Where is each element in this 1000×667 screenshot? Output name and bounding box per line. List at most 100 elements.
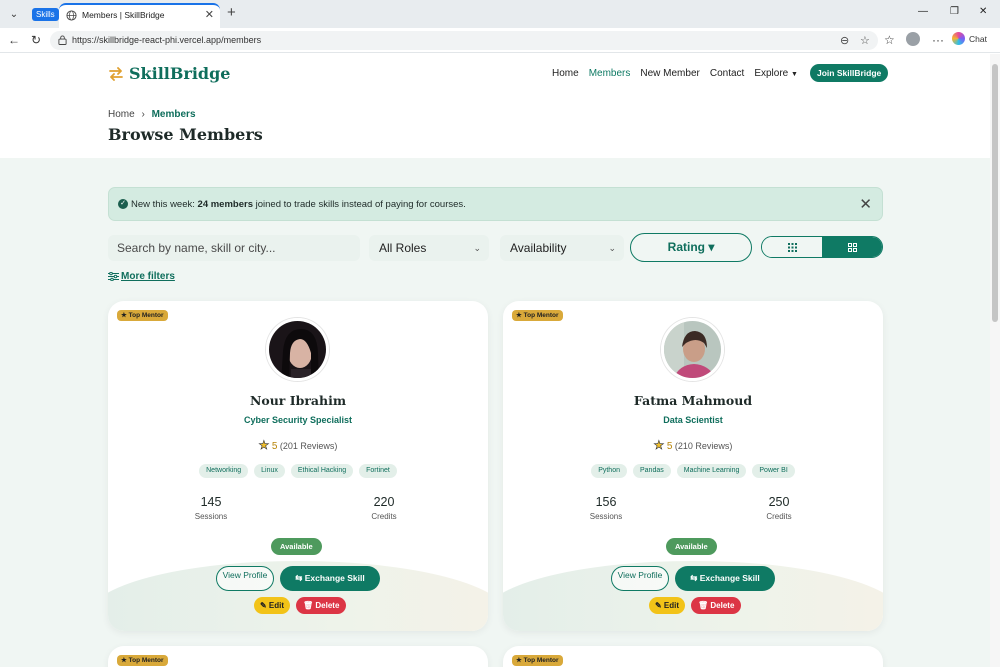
skill-tag[interactable]: Networking: [199, 464, 249, 478]
member-name[interactable]: Nour Ibrahim: [108, 393, 488, 408]
sessions-stat: 145 Sessions: [171, 495, 251, 521]
skill-tag[interactable]: Ethical Hacking: [290, 464, 354, 478]
favorites-icon[interactable]: ☆: [884, 33, 895, 47]
logo-text: SkillBridge: [129, 64, 231, 83]
rating-score: 5: [271, 441, 278, 452]
credits-count: 250: [768, 495, 790, 509]
top-mentor-badge: ★ Top Mentor: [512, 310, 563, 321]
nav-link-new-member[interactable]: New Member: [640, 68, 699, 79]
address-bar[interactable]: https://skillbridge-react-phi.vercel.app…: [50, 31, 878, 50]
view-profile-button[interactable]: View Profile: [611, 566, 669, 591]
skill-tag[interactable]: Linux: [254, 464, 285, 478]
skill-tags: Networking Linux Ethical Hacking Fortine…: [108, 464, 488, 478]
credits-stat: 250 Credits: [739, 495, 819, 521]
grid-large-view-button[interactable]: [822, 237, 882, 257]
browser-tabstrip: ⌄ Skills Members | SkillBridge ✕ + — ❐ ✕: [0, 0, 1000, 28]
star-icon: ★: [258, 438, 270, 453]
skill-tag[interactable]: Fortinet: [359, 464, 397, 478]
back-icon[interactable]: ←: [8, 33, 20, 47]
skill-tag[interactable]: Power BI: [752, 464, 795, 478]
top-mentor-badge: ★ Top Mentor: [117, 655, 168, 666]
announcement-banner: ✓ New this week: 24 members joined to tr…: [108, 187, 883, 221]
edit-button[interactable]: ✎ Edit: [649, 597, 686, 614]
window-close-icon[interactable]: ✕: [979, 6, 987, 17]
nav-link-members[interactable]: Members: [589, 68, 631, 79]
members-section: ✓ New this week: 24 members joined to tr…: [0, 158, 990, 667]
skill-tag[interactable]: Pandas: [632, 464, 671, 478]
roles-select[interactable]: All Roles ⌄: [369, 235, 489, 261]
tab-group-chip[interactable]: Skills: [32, 8, 59, 21]
sessions-count: 156: [595, 495, 617, 509]
member-role: Data Scientist: [663, 415, 723, 425]
breadcrumb-current: Members: [151, 109, 196, 120]
member-card-partial: ★ Top Mentor: [108, 646, 488, 667]
url-text: https://skillbridge-react-phi.vercel.app…: [72, 35, 262, 45]
view-profile-button[interactable]: View Profile: [216, 566, 274, 591]
more-icon[interactable]: ···: [932, 33, 944, 47]
page-scrollbar[interactable]: [990, 54, 1000, 667]
more-filters-link[interactable]: More filters: [108, 271, 175, 282]
sessions-stat: 156 Sessions: [566, 495, 646, 521]
skill-tag[interactable]: Python: [591, 464, 627, 478]
restore-icon[interactable]: ❐: [950, 6, 959, 17]
nav-links: Home Members New Member Contact Explore …: [552, 68, 798, 79]
page: SkillBridge Home Members New Member Cont…: [0, 54, 990, 667]
profile-icon[interactable]: [906, 32, 920, 46]
member-name[interactable]: Fatma Mahmoud: [503, 393, 883, 408]
breadcrumb-home[interactable]: Home: [108, 109, 135, 120]
delete-button[interactable]: 🗑 Delete: [691, 597, 742, 614]
credits-stat: 220 Credits: [344, 495, 424, 521]
filter-bar: All Roles ⌄ Availability ⌄ Rating ▾: [108, 233, 883, 263]
availability-select-value: Availability: [510, 241, 567, 255]
delete-button[interactable]: 🗑 Delete: [296, 597, 347, 614]
more-filters-label: More filters: [121, 271, 175, 282]
banner-prefix: New this week:: [131, 199, 198, 210]
nav-link-contact[interactable]: Contact: [710, 68, 744, 79]
reload-icon[interactable]: ↻: [31, 33, 41, 47]
skill-tag[interactable]: Machine Learning: [676, 464, 747, 478]
sessions-label: Sessions: [589, 512, 623, 521]
minimize-icon[interactable]: —: [918, 6, 928, 17]
tab-close-icon[interactable]: ✕: [205, 8, 214, 21]
nav-link-home[interactable]: Home: [552, 68, 579, 79]
site-info-icon[interactable]: [58, 35, 67, 45]
sliders-icon: [108, 272, 119, 281]
skill-tags: Python Pandas Machine Learning Power BI: [503, 464, 883, 478]
member-rating: ★ 5 (210 Reviews): [503, 438, 883, 453]
search-input[interactable]: [108, 235, 360, 261]
availability-select[interactable]: Availability ⌄: [500, 235, 624, 261]
member-card: ★ Top Mentor Fatma Mahmoud Data Scientis…: [503, 301, 883, 631]
banner-close-icon[interactable]: ✕: [859, 195, 872, 213]
grid-3x3-icon: [787, 242, 797, 252]
exchange-skill-button[interactable]: ⇆ Exchange Skill: [280, 566, 380, 591]
member-avatar: [266, 318, 329, 381]
new-tab-icon[interactable]: +: [227, 4, 236, 21]
sessions-count: 145: [200, 495, 222, 509]
roles-select-value: All Roles: [379, 241, 427, 255]
review-count: (210 Reviews): [674, 441, 733, 451]
favorite-star-icon[interactable]: ☆: [860, 34, 870, 47]
tab-search-icon[interactable]: ⌄: [5, 5, 23, 23]
zoom-icon[interactable]: ⊖: [840, 34, 849, 47]
breadcrumb-separator: ›: [141, 109, 145, 120]
browser-toolbar: ← ↻ https://skillbridge-react-phi.vercel…: [0, 28, 1000, 53]
join-button[interactable]: Join SkillBridge: [810, 64, 889, 82]
grid-small-view-button[interactable]: [762, 237, 822, 257]
site-logo[interactable]: SkillBridge: [108, 64, 230, 83]
edit-button[interactable]: ✎ Edit: [254, 597, 291, 614]
top-mentor-badge: ★ Top Mentor: [512, 655, 563, 666]
scrollbar-thumb[interactable]: [992, 64, 998, 322]
rating-sort-button[interactable]: Rating ▾: [630, 233, 752, 262]
banner-highlight: 24 members: [197, 199, 253, 210]
credits-label: Credits: [766, 512, 792, 521]
member-role: Cyber Security Specialist: [243, 415, 353, 425]
nav-link-explore[interactable]: Explore ▼: [754, 68, 798, 79]
credits-count: 220: [373, 495, 395, 509]
copilot-icon: [952, 32, 965, 45]
exchange-skill-button[interactable]: ⇆ Exchange Skill: [675, 566, 775, 591]
page-title: Browse Members: [108, 125, 263, 144]
copilot-chat-button[interactable]: Chat: [952, 32, 987, 45]
browser-tab[interactable]: Members | SkillBridge ✕: [59, 3, 220, 28]
explore-label: Explore: [754, 68, 789, 79]
rating-score: 5: [666, 441, 673, 452]
